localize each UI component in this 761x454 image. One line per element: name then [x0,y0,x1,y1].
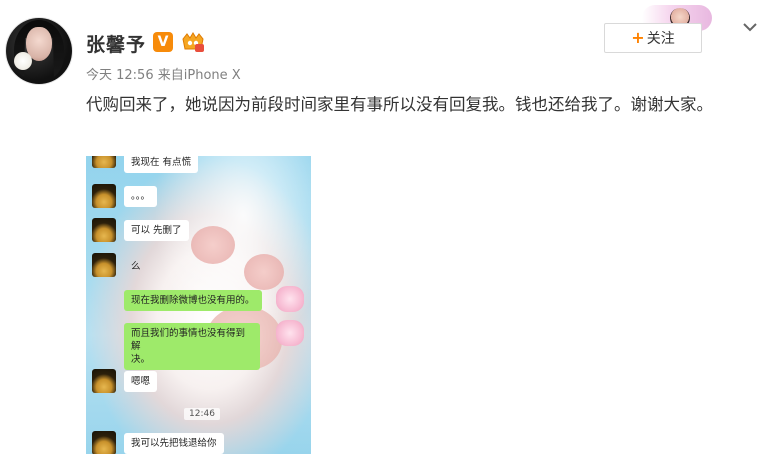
post-time[interactable]: 今天 12:56 [86,68,154,83]
sticker-avatar-icon [276,286,304,312]
chat-timestamp: 12:46 [184,408,220,420]
verified-badge-icon[interactable]: V [153,32,173,52]
follow-label: 关注 [646,31,675,47]
vip-member-icon[interactable] [181,31,205,53]
contact-avatar [92,253,116,277]
chat-line: 而且我们的事情也没有得到解 [131,328,246,352]
chat-bubble-right: 而且我们的事情也没有得到解 决。 [124,323,260,370]
plus-icon: + [631,28,645,47]
chat-bubble-left: 么 [131,261,141,272]
sticker-avatar-icon [276,320,304,346]
post-meta: 今天 12:56 来自iPhone X [86,64,241,83]
contact-avatar [92,184,116,208]
post-content: 代购回来了，她说因为前段时间家里有事所以没有回复我。钱也还给我了。谢谢大家。 [86,95,713,114]
follow-area: + 关注 [604,5,714,53]
chat-bubble-left: 。。。 [124,186,158,207]
source-device[interactable]: iPhone X [184,68,241,83]
user-avatar[interactable] [6,18,72,84]
chat-screenshot-image[interactable]: 我现在 有点慌 。。。 可以 先删了 么 现在我删除微博也没有用的。 而且我们的… [86,156,311,454]
follow-button[interactable]: + 关注 [604,23,702,53]
source-prefix: 来自 [157,68,184,83]
chat-bubble-left: 可以 先删了 [124,220,189,241]
contact-avatar [92,431,116,454]
chevron-down-icon[interactable] [741,18,759,36]
chat-bubble-left: 我现在 有点慌 [124,156,199,173]
paw-toe [191,226,235,264]
chat-bubble-left: 嗯嗯 [124,371,158,392]
avatar-flower [14,52,32,70]
contact-avatar [92,369,116,393]
chat-bubble-right: 现在我删除微博也没有用的。 [124,290,262,311]
contact-avatar [92,156,116,168]
contact-avatar [92,218,116,242]
chat-bubble-left: 我可以先把钱退给你 [124,433,224,454]
username[interactable]: 张馨予 [86,30,146,57]
chat-line: 决。 [131,354,151,365]
paw-toe [244,254,284,290]
